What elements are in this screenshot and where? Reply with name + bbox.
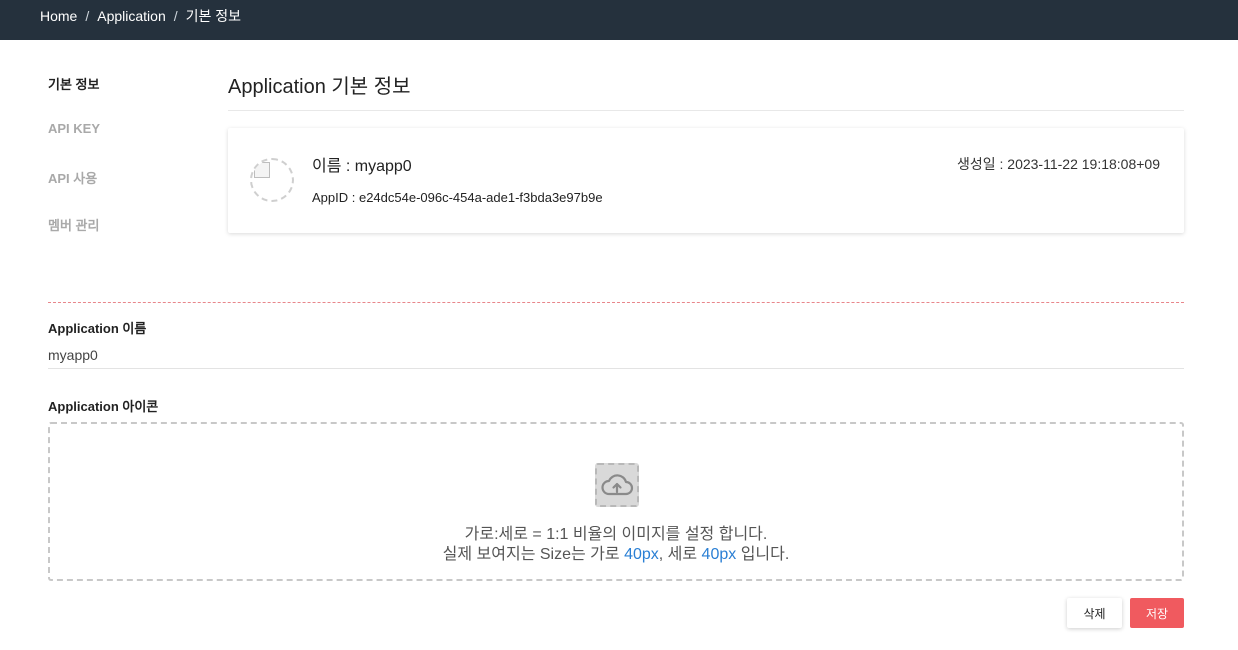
sidebar-item-member-management[interactable]: 멤버 관리 <box>48 215 188 235</box>
app-icon-label: Application 아이콘 <box>48 399 159 414</box>
breadcrumb: Home / Application / 기본 정보 <box>40 6 241 26</box>
breadcrumb-application[interactable]: Application <box>97 8 166 24</box>
breadcrumb-separator: / <box>85 8 90 24</box>
app-created-date: 생성일 : 2023-11-22 19:18:08+09 <box>956 156 1160 172</box>
delete-button[interactable]: 삭제 <box>1067 598 1122 628</box>
sidebar-item-basic-info[interactable]: 기본 정보 <box>48 74 188 94</box>
broken-image-icon <box>254 162 270 178</box>
sidebar-item-api-usage[interactable]: API 사용 <box>48 168 188 188</box>
title-divider <box>228 110 1184 111</box>
app-info-card: 이름 : myapp0 AppID : e24dc54e-096c-454a-a… <box>228 128 1184 233</box>
breadcrumb-current: 기본 정보 <box>185 8 242 24</box>
size-width-value: 40px <box>624 546 659 563</box>
size-text-mid: , 세로 <box>658 546 702 563</box>
save-button[interactable]: 저장 <box>1130 598 1184 628</box>
app-avatar <box>250 158 294 202</box>
app-name-label: Application 이름 <box>48 321 147 336</box>
app-id: AppID : e24dc54e-096c-454a-ade1-f3bda3e9… <box>312 190 603 205</box>
size-text-prefix: 실제 보여지는 Size는 가로 <box>442 546 625 563</box>
page-title: Application 기본 정보 <box>228 76 411 98</box>
section-divider <box>48 302 1184 303</box>
app-name-input[interactable] <box>48 341 1184 369</box>
icon-upload-dropzone[interactable]: 가로:세로 = 1:1 비율의 이미지를 설정 합니다. 실제 보여지는 Siz… <box>48 422 1184 581</box>
cloud-upload-icon <box>595 463 639 507</box>
top-bar: Home / Application / 기본 정보 <box>0 0 1238 40</box>
side-nav: 기본 정보 API KEY API 사용 멤버 관리 <box>48 74 188 262</box>
dropzone-size-text: 실제 보여지는 Size는 가로 40px, 세로 40px 입니다. <box>50 540 1182 564</box>
breadcrumb-separator: / <box>173 8 178 24</box>
size-text-suffix: 입니다. <box>736 546 790 563</box>
app-name: 이름 : myapp0 <box>312 158 412 175</box>
sidebar-item-api-key[interactable]: API KEY <box>48 121 188 141</box>
breadcrumb-home[interactable]: Home <box>40 8 77 24</box>
cloud-upload-icon-svg <box>601 474 634 496</box>
size-height-value: 40px <box>701 546 737 563</box>
